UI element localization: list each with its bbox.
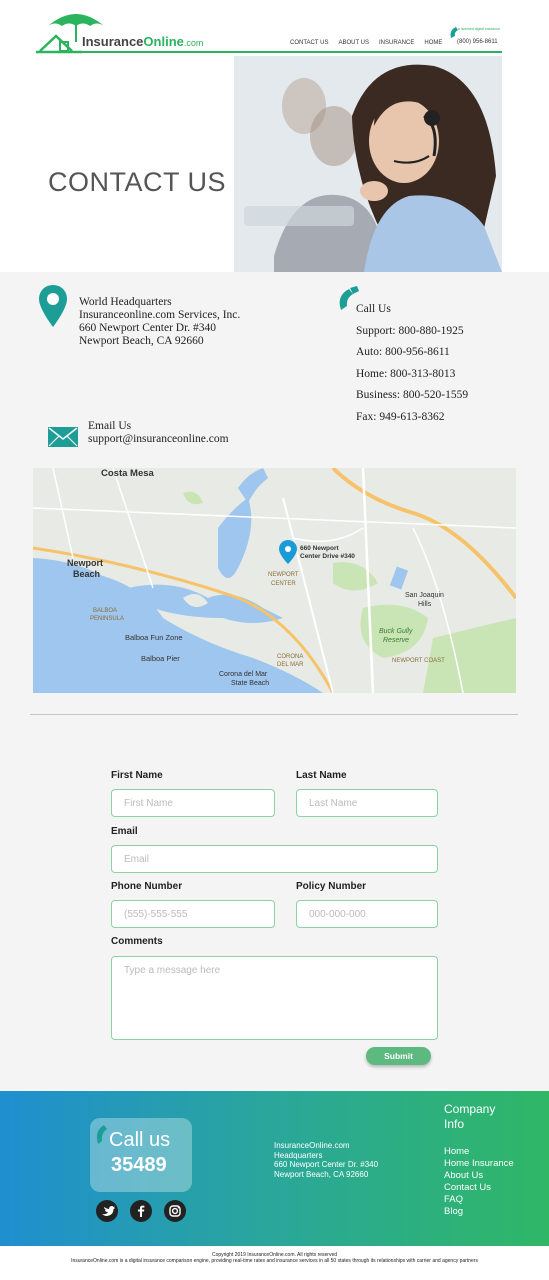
footer-hq-line-1: InsuranceOnline.com: [274, 1141, 350, 1150]
footer-link-faq[interactable]: FAQ: [444, 1194, 514, 1206]
legal-footer: Copyright 2019 InsuranceOnline.com. All …: [0, 1246, 549, 1280]
map-place-buck-gully: Buck Gully: [379, 628, 413, 635]
footer-hq-line-2: Headquarters: [274, 1150, 323, 1160]
header-divider: [36, 51, 502, 53]
facebook-icon: [138, 1205, 145, 1217]
location-pin-icon: [39, 285, 67, 327]
home-phone[interactable]: Home: 800-313-8013: [356, 367, 468, 389]
email-address[interactable]: support@insuranceonline.com: [88, 433, 229, 446]
fax-number: Fax: 949-613-8362: [356, 410, 445, 423]
footer-hq-line-4: Newport Beach, CA 92660: [274, 1169, 369, 1179]
header-phone[interactable]: a licensed digital insurance (800) 956-8…: [449, 26, 501, 48]
facebook-link[interactable]: [130, 1200, 152, 1222]
map-pin-label-line-1: 660 Newport: [300, 545, 339, 552]
nav-contact-us[interactable]: CONTACT US: [290, 40, 328, 46]
hq-line-2: Insuranceonline.com Services, Inc.: [79, 309, 241, 321]
main-nav: CONTACT US ABOUT US INSURANCE HOME: [290, 40, 442, 46]
map-place-costa-mesa: Costa Mesa: [101, 468, 154, 479]
legal-disclaimer: InsuranceOnline.com is a digital insuran…: [71, 1258, 478, 1265]
phone-number-input[interactable]: [111, 900, 275, 928]
logo-suffix-text: .com: [183, 38, 204, 48]
logo-wordmark[interactable]: InsuranceOnline.com: [82, 34, 203, 49]
email-block: Email Us support@insuranceonline.com: [88, 420, 229, 446]
map-place-newport: Newport: [67, 558, 103, 568]
hero-photo-call-center-agent: [234, 56, 502, 272]
nav-insurance[interactable]: INSURANCE: [379, 40, 414, 46]
footer-links: Home Home Insurance About Us Contact Us …: [444, 1146, 514, 1219]
hq-line-3: 660 Newport Center Dr. #340: [79, 322, 217, 334]
company-info-heading-line-2: Info: [444, 1117, 465, 1131]
map-place-beach: Beach: [73, 569, 101, 579]
logo-accent-text: Online: [143, 34, 184, 49]
instagram-link[interactable]: [164, 1200, 186, 1222]
footer-link-blog[interactable]: Blog: [444, 1206, 514, 1218]
map-place-del-mar: DEL MAR: [277, 662, 304, 668]
nav-about-us[interactable]: ABOUT US: [338, 40, 369, 46]
footer-hq-line-3: 660 Newport Center Dr. #340: [274, 1160, 379, 1169]
map-place-peninsula: PENINSULA: [90, 616, 125, 622]
map-place-newport-center: NEWPORT: [268, 572, 299, 578]
map-place-san-joaquin: San Joaquin: [405, 592, 444, 599]
map-place-balboa-pier: Balboa Pier: [141, 654, 180, 663]
logo-main-text: Insurance: [82, 34, 144, 49]
footer-call-us-number: 35489: [111, 1154, 167, 1176]
support-phone[interactable]: Support: 800-880-1925: [356, 324, 468, 346]
section-divider: [30, 714, 518, 715]
last-name-label: Last Name: [296, 770, 347, 781]
phone-number: (800) 956-8611: [457, 39, 498, 45]
map-pin-label: 660 Newport Center Drive #340: [300, 545, 355, 561]
map-pin-label-line-2: Center Drive #340: [300, 553, 355, 560]
email-title: Email Us: [88, 420, 132, 432]
phone-tagline: a licensed digital insurance: [458, 27, 501, 31]
footer-link-about-us[interactable]: About Us: [444, 1170, 514, 1182]
map-place-balboa: BALBOA: [93, 608, 118, 614]
nav-home[interactable]: HOME: [424, 40, 442, 46]
hero-section: CONTACT US: [0, 56, 549, 272]
first-name-label: First Name: [111, 770, 163, 781]
policy-number-label: Policy Number: [296, 881, 367, 892]
map-place-fun-zone: Balboa Fun Zone: [125, 633, 183, 642]
instagram-icon: [169, 1205, 181, 1217]
map-place-corona-del-mar: Corona del Mar: [219, 671, 268, 678]
location-map[interactable]: 660 Newport Center Drive #340 Costa Mesa…: [33, 468, 516, 693]
site-header: InsuranceOnline.com CONTACT US ABOUT US …: [0, 0, 549, 56]
footer-call-us-box[interactable]: Call us 35489: [90, 1118, 192, 1192]
auto-phone[interactable]: Auto: 800-956-8611: [356, 345, 468, 367]
twitter-icon: [102, 1206, 115, 1216]
policy-number-input[interactable]: [296, 900, 438, 928]
company-info-heading: Company Info: [444, 1102, 495, 1132]
business-phone[interactable]: Business: 800-520-1559: [356, 388, 468, 410]
twitter-link[interactable]: [96, 1200, 118, 1222]
hq-line-4: Newport Beach, CA 92660: [79, 335, 204, 347]
email-label: Email: [111, 826, 138, 837]
footer-headquarters: InsuranceOnline.com Headquarters 660 New…: [274, 1141, 378, 1179]
map-place-center: CENTER: [271, 581, 296, 587]
map-place-reserve: Reserve: [383, 637, 410, 644]
footer-call-us-title: Call us: [109, 1129, 171, 1151]
comments-label: Comments: [111, 936, 163, 947]
first-name-input[interactable]: [111, 789, 275, 817]
submit-button[interactable]: Submit: [366, 1047, 431, 1065]
last-name-input[interactable]: [296, 789, 438, 817]
call-us-block: Call Us Support: 800-880-1925 Auto: 800-…: [356, 302, 468, 431]
headquarters-address: World Headquarters Insuranceonline.com S…: [79, 296, 240, 348]
site-footer: Call us 35489 InsuranceOnline.com Headqu…: [0, 1091, 549, 1246]
company-info-heading-line-1: Company: [444, 1102, 496, 1116]
phone-number-label: Phone Number: [111, 881, 183, 892]
map-place-newport-coast: NEWPORT COAST: [392, 658, 445, 664]
call-us-title: Call Us: [356, 303, 391, 315]
page-title: CONTACT US: [48, 167, 227, 197]
hq-line-1: World Headquarters: [79, 296, 172, 308]
footer-link-contact-us[interactable]: Contact Us: [444, 1182, 514, 1194]
map-place-corona: CORONA: [277, 654, 304, 660]
footer-link-home[interactable]: Home: [444, 1146, 514, 1158]
envelope-icon: [48, 427, 78, 447]
comments-textarea[interactable]: [111, 956, 438, 1040]
email-input[interactable]: [111, 845, 438, 873]
map-place-hills: Hills: [418, 601, 432, 608]
footer-link-home-insurance[interactable]: Home Insurance: [444, 1158, 514, 1170]
map-place-state-beach: State Beach: [231, 680, 270, 687]
